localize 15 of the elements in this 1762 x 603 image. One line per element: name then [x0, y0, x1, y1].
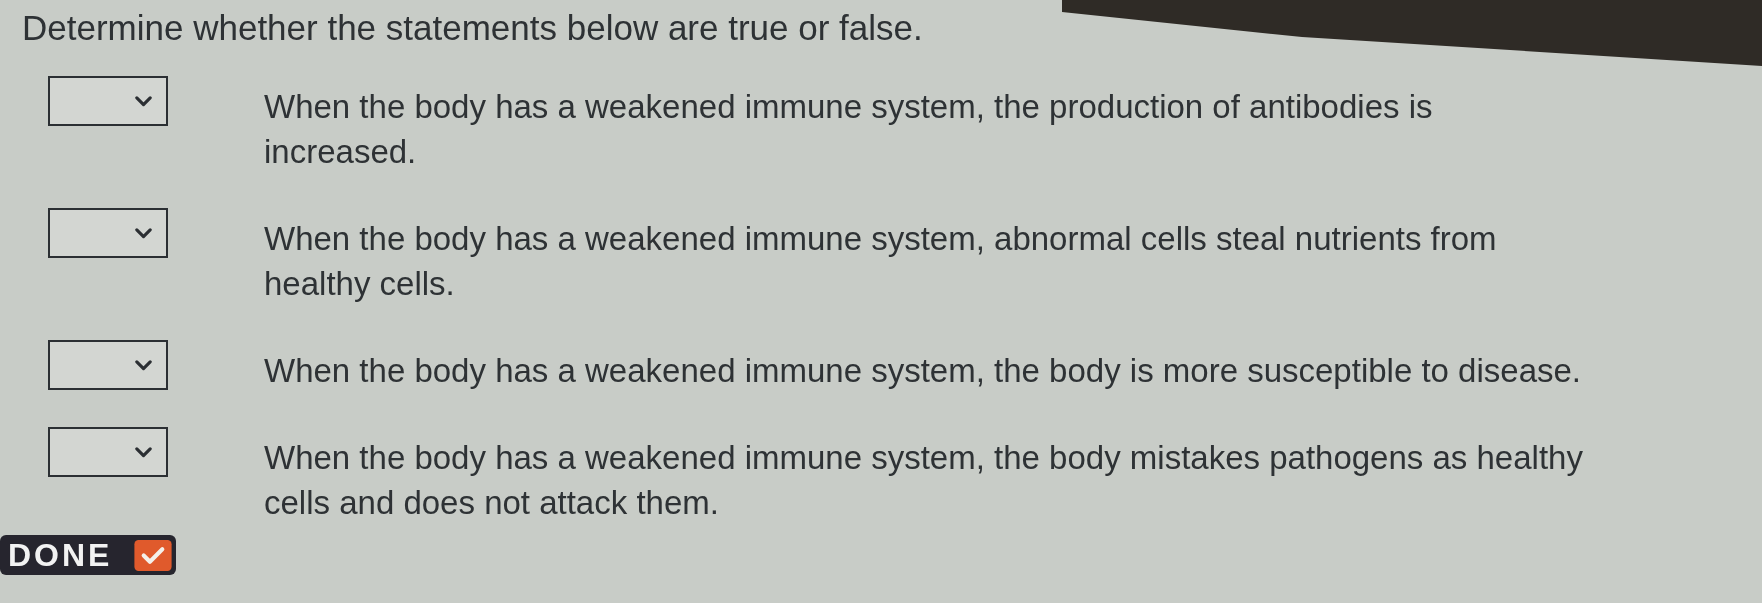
statement-text: When the body has a weakened immune system, the body mistakes pathogens as healthy cells and does not attack them. [264, 438, 1584, 523]
statement-text: When the body has a weakened immune system, the body is more susceptible to disease. [264, 351, 1583, 391]
caret-icon [135, 359, 152, 371]
answer-dropdown[interactable] [48, 340, 168, 390]
caret-icon [135, 227, 152, 239]
check-icon [134, 539, 173, 571]
caret-icon [135, 446, 152, 458]
caret-icon [135, 95, 152, 107]
statement-text: When the body has a weakened immune system, the production of antibodies is increased. [264, 87, 1434, 172]
done-button[interactable]: DONE [0, 535, 177, 575]
answer-dropdown[interactable] [48, 427, 168, 477]
answer-dropdown[interactable] [48, 76, 168, 126]
instructions-text: Determine whether the statements below are true or false. [22, 8, 923, 48]
answer-dropdown[interactable] [48, 208, 168, 258]
statement-text: When the body has a weakened immune system, abnormal cells steal nutrients from healthy cells. [264, 219, 1498, 304]
